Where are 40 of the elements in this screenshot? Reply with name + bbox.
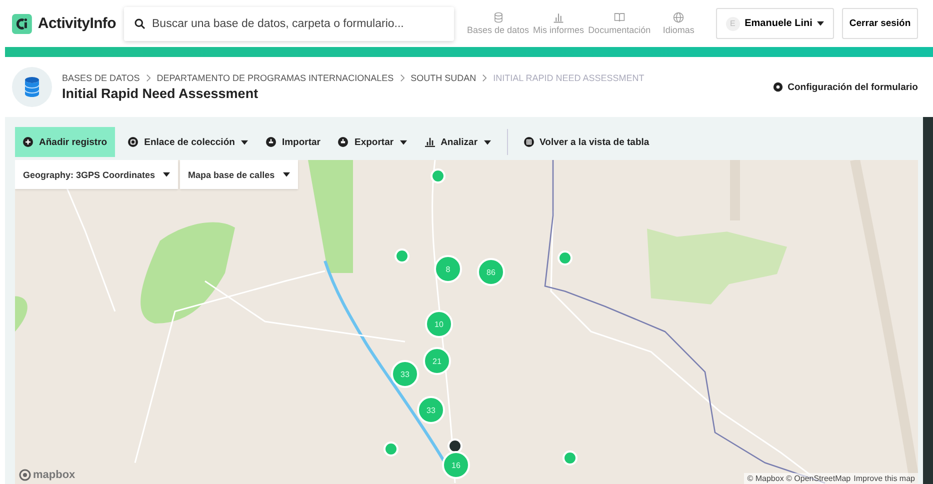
export-icon xyxy=(338,137,348,147)
logout-button[interactable]: Cerrar sesión xyxy=(842,8,918,39)
toolbar-button[interactable]: Importar xyxy=(258,127,328,157)
breadcrumb-link[interactable]: BASES DE DATOS xyxy=(62,73,140,83)
user-name: Emanuele Lini xyxy=(744,18,812,29)
toolbar-button[interactable]: Volver a la vista de tabla xyxy=(516,127,658,157)
logo-icon xyxy=(12,12,32,34)
caret-icon xyxy=(282,172,290,177)
bar-chart-icon xyxy=(424,137,435,147)
table-icon xyxy=(524,137,534,147)
breadcrumb-link[interactable]: DEPARTAMENTO DE PROGRAMAS INTERNACIONALES xyxy=(156,73,394,83)
book-icon xyxy=(614,12,625,23)
improve-map-link[interactable]: Improve this map xyxy=(854,474,915,483)
database-icon xyxy=(492,12,504,23)
link-icon xyxy=(128,137,138,147)
page-title: Initial Rapid Need Assessment xyxy=(62,86,260,101)
toolbar-button[interactable]: Enlace de colección xyxy=(120,127,256,157)
toolbar-button[interactable]: Exportar xyxy=(330,127,415,157)
map-logo: mapbox xyxy=(19,469,76,481)
import-icon xyxy=(266,137,276,147)
search-icon xyxy=(134,18,146,30)
app-name: ActivityInfo xyxy=(38,15,116,32)
chevron-icon xyxy=(400,74,405,82)
toolbar-button[interactable]: Añadir registro xyxy=(15,127,116,157)
bar-chart-icon xyxy=(553,12,564,23)
chevron-icon xyxy=(482,74,488,82)
caret-icon xyxy=(163,172,170,177)
mapbox-logo-icon xyxy=(19,469,31,481)
settings-link[interactable]: Configuración del formulario xyxy=(772,82,918,92)
map-dropdown[interactable]: Mapa base de calles xyxy=(180,160,298,189)
database-icon xyxy=(12,67,52,107)
search-field[interactable]: Buscar una base de datos, carpeta o formulario... xyxy=(124,6,454,40)
caret-icon xyxy=(817,21,824,26)
plus-icon xyxy=(23,137,33,147)
chevron-icon xyxy=(146,74,151,82)
toolbar-button[interactable]: Analizar xyxy=(416,127,499,157)
globe-icon xyxy=(673,12,684,23)
breadcrumb-link[interactable]: SOUTH SUDAN xyxy=(410,73,476,83)
attribution-text: © Mapbox © OpenStreetMap xyxy=(747,474,851,483)
map-dropdown[interactable]: Geography: 3GPS Coordinates xyxy=(15,160,178,189)
